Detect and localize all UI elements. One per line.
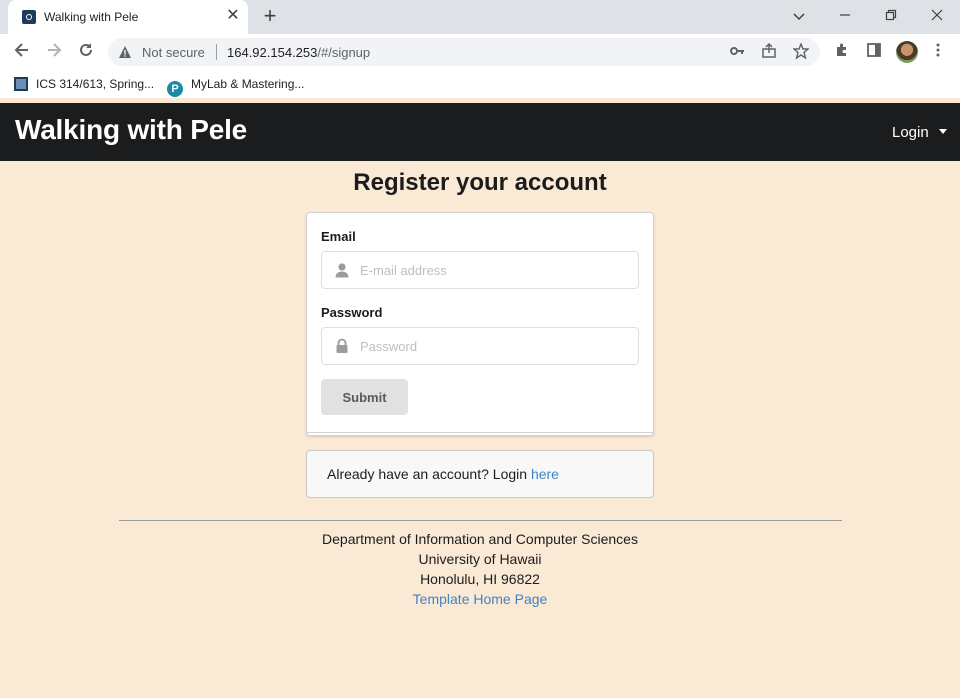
security-status[interactable]: Not secure	[142, 45, 205, 60]
share-icon[interactable]	[760, 42, 778, 61]
profile-avatar-icon[interactable]	[896, 41, 918, 63]
site-favicon-icon	[22, 10, 36, 24]
bookmark-ics[interactable]: ICS 314/613, Spring...	[14, 76, 154, 92]
browser-tab[interactable]: Walking with Pele ✕	[8, 0, 248, 34]
side-panel-icon[interactable]	[864, 42, 884, 62]
star-bookmark-icon[interactable]	[792, 42, 810, 61]
more-menu-icon[interactable]	[928, 42, 948, 62]
footer-link-row: Template Home Page	[0, 591, 960, 607]
email-label: Email	[321, 229, 356, 244]
new-tab-button[interactable]: +	[260, 5, 280, 27]
dropdown-caret-icon	[938, 129, 947, 134]
bookmarks-bar: ICS 314/613, Spring... P MyLab & Masterin…	[0, 70, 960, 98]
login-here-link[interactable]: here	[531, 466, 559, 482]
forward-icon[interactable]	[42, 41, 66, 63]
back-icon[interactable]	[10, 41, 34, 63]
password-input[interactable]	[360, 328, 632, 364]
signup-form: Email Password Submit	[306, 212, 654, 436]
extensions-icon[interactable]	[832, 42, 852, 62]
address-divider	[216, 44, 217, 60]
app-navbar: Walking with Pele Login	[0, 103, 960, 161]
footer-divider	[119, 520, 842, 521]
browser-tab-strip: Walking with Pele ✕ +	[0, 0, 960, 34]
login-prompt-text: Already have an account? Login here	[327, 466, 559, 482]
bookmark-label: ICS 314/613, Spring...	[36, 77, 155, 91]
password-field	[321, 327, 639, 365]
footer-university: University of Hawaii	[418, 551, 542, 567]
login-dropdown[interactable]: Login	[892, 124, 947, 141]
restore-icon[interactable]	[880, 6, 902, 26]
url-path: /#/signup	[317, 45, 371, 60]
password-label: Password	[321, 305, 383, 320]
lock-icon	[334, 338, 350, 354]
browser-toolbar: Not secure 164.92.154.253/#/signup	[0, 34, 960, 70]
url-host: 164.92.154.253	[227, 45, 318, 60]
submit-button[interactable]: Submit	[321, 379, 408, 415]
tab-search-icon[interactable]	[788, 6, 810, 26]
pearson-logo-icon: P	[167, 81, 183, 97]
minimize-icon[interactable]	[834, 6, 856, 26]
close-window-icon[interactable]	[926, 6, 948, 26]
footer-department: Department of Information and Computer S…	[322, 531, 638, 547]
bookmark-page-icon	[14, 77, 28, 91]
footer-address: Honolulu, HI 96822	[420, 571, 540, 587]
bookmark-mylab[interactable]: P MyLab & Mastering...	[167, 76, 305, 97]
tab-title: Walking with Pele	[44, 10, 139, 24]
login-prompt-label: Already have an account? Login	[327, 466, 531, 482]
login-label: Login	[892, 124, 929, 141]
reload-icon[interactable]	[74, 41, 98, 63]
url-text[interactable]: 164.92.154.253/#/signup	[227, 45, 370, 60]
email-field	[321, 251, 639, 289]
email-input[interactable]	[360, 252, 632, 288]
key-icon[interactable]	[728, 43, 746, 61]
template-home-link[interactable]: Template Home Page	[413, 591, 548, 607]
brand-title[interactable]: Walking with Pele	[15, 114, 247, 146]
warning-icon[interactable]	[118, 45, 132, 59]
page-title: Register your account	[353, 169, 607, 196]
login-prompt-message: Already have an account? Login here	[306, 450, 654, 498]
address-bar[interactable]: Not secure 164.92.154.253/#/signup	[108, 38, 820, 66]
tab-close-icon[interactable]: ✕	[224, 7, 242, 25]
user-icon	[334, 262, 350, 278]
bookmark-label: MyLab & Mastering...	[191, 77, 305, 91]
